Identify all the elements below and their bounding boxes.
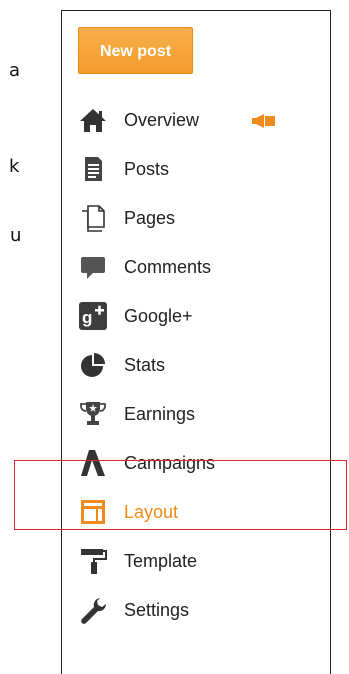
sidebar-item-label: Posts — [124, 159, 170, 179]
comment-icon — [78, 252, 108, 282]
text-fragment: u — [10, 225, 22, 246]
sidebar-item-template[interactable]: Template — [78, 546, 308, 576]
home-icon — [78, 105, 108, 135]
svg-text:g: g — [82, 308, 92, 327]
sidebar-item-stats[interactable]: Stats — [78, 350, 308, 380]
text-fragment: k — [9, 156, 20, 177]
sidebar-item-label: Comments — [124, 257, 212, 277]
campaigns-icon — [78, 448, 108, 478]
sidebar-item-settings[interactable]: Settings — [78, 595, 308, 625]
page-left-fragment: a k u — [0, 0, 30, 674]
google-plus-icon: g — [78, 301, 108, 331]
trophy-icon — [78, 399, 108, 429]
sidebar-item-pages[interactable]: Pages — [78, 203, 308, 233]
wrench-icon — [78, 595, 108, 625]
sidebar-item-google-plus[interactable]: g Google+ — [78, 301, 308, 331]
text-fragment: a — [9, 60, 21, 81]
sidebar-item-earnings[interactable]: Earnings — [78, 399, 308, 429]
sidebar-item-campaigns[interactable]: Campaigns — [78, 448, 308, 478]
layout-icon — [78, 497, 108, 527]
sidebar-item-label: Template — [124, 551, 198, 571]
sidebar-item-posts[interactable]: Posts — [78, 154, 308, 184]
sidebar-item-label: Layout — [124, 502, 179, 522]
stats-icon — [78, 350, 108, 380]
blogger-sidebar: New post Overview Posts Pages Comments g… — [61, 10, 331, 674]
sidebar-item-label: Settings — [124, 600, 190, 620]
sidebar-item-label: Pages — [124, 208, 176, 228]
sidebar-item-layout[interactable]: Layout — [78, 497, 308, 527]
sidebar-item-label: Google+ — [124, 306, 193, 326]
template-icon — [78, 546, 108, 576]
sidebar-item-overview[interactable]: Overview — [78, 105, 308, 135]
posts-icon — [78, 154, 108, 184]
sidebar-item-comments[interactable]: Comments — [78, 252, 308, 282]
sidebar-item-label: Earnings — [124, 404, 196, 424]
sidebar-item-label: Stats — [124, 355, 166, 375]
sidebar-item-label: Campaigns — [124, 453, 216, 473]
pages-icon — [78, 203, 108, 233]
megaphone-icon — [252, 114, 275, 128]
new-post-button[interactable]: New post — [78, 27, 193, 74]
sidebar-item-label: Overview — [124, 110, 200, 130]
